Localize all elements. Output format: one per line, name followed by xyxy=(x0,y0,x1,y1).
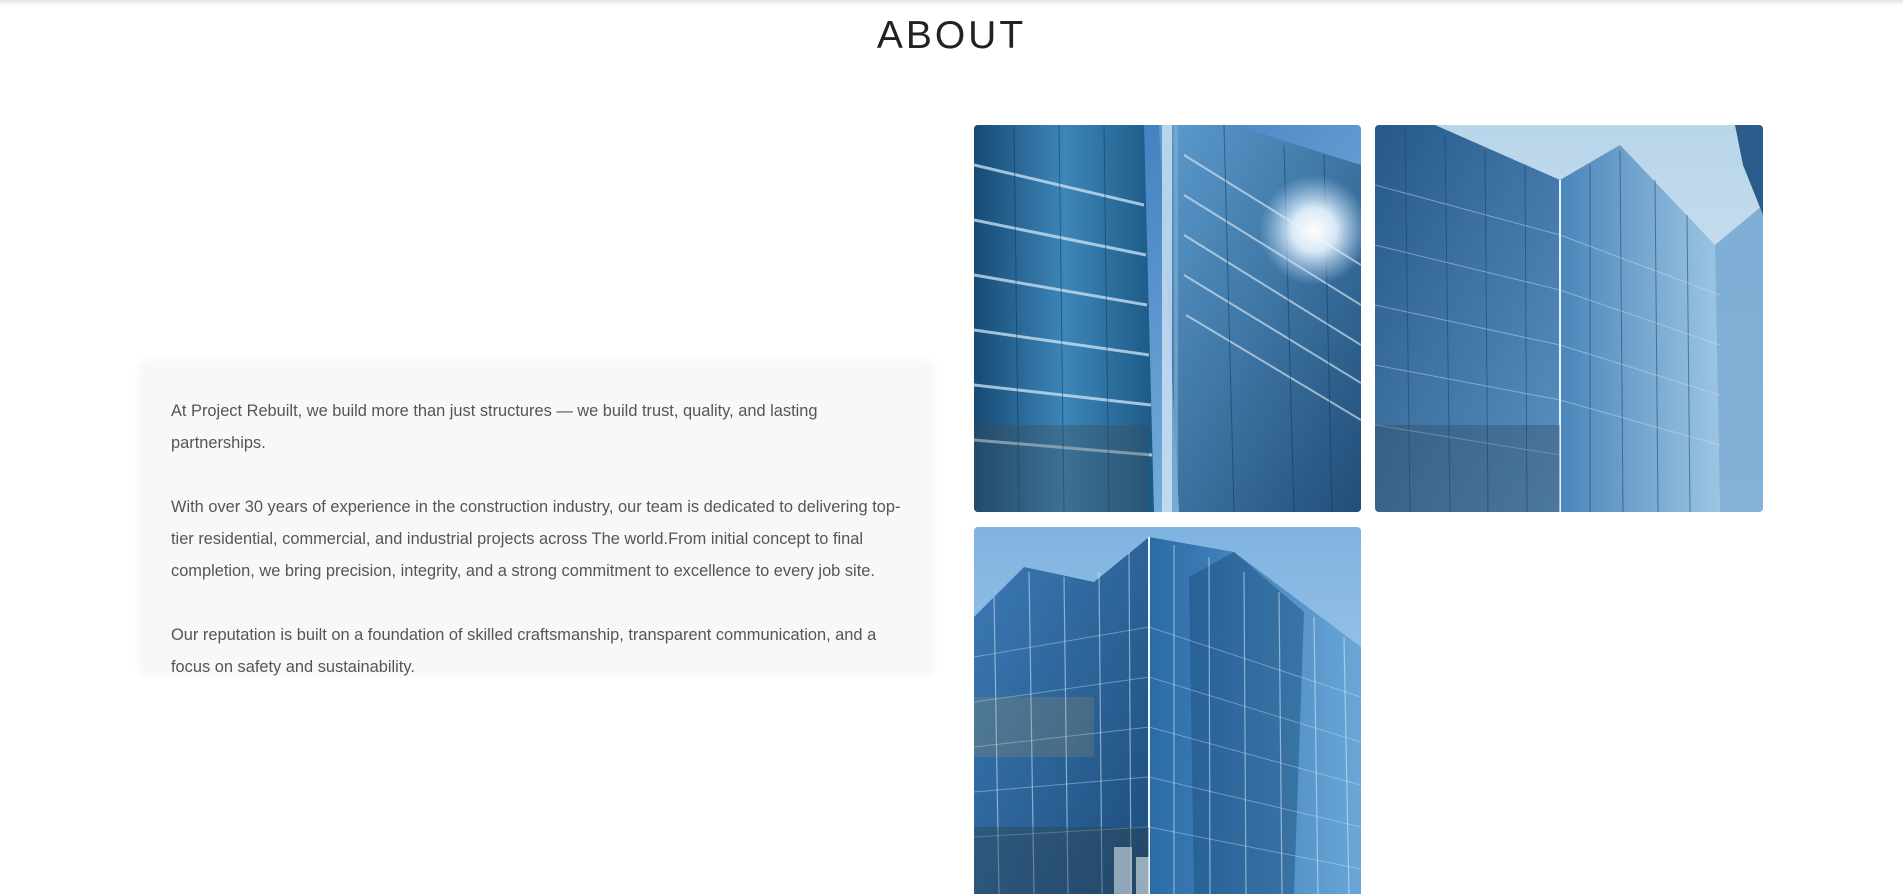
skyscraper-photo-2 xyxy=(1375,125,1763,512)
about-paragraph-3: Our reputation is built on a foundation … xyxy=(171,626,877,676)
header-shadow-divider xyxy=(0,0,1903,6)
gallery-image-2[interactable] xyxy=(1375,125,1763,512)
gallery-image-1[interactable] xyxy=(974,125,1361,512)
about-paragraph-1: At Project Rebuilt, we build more than j… xyxy=(171,402,818,452)
skyscraper-photo-1 xyxy=(974,125,1361,512)
section-title: ABOUT xyxy=(876,14,1027,57)
about-paragraph-2: With over 30 years of experience in the … xyxy=(171,498,901,580)
gallery-image-3[interactable] xyxy=(974,527,1361,894)
about-text-card: At Project Rebuilt, we build more than j… xyxy=(142,363,931,676)
about-section: ABOUT At Project Rebuilt, we build more … xyxy=(0,0,1903,894)
skyscraper-photo-3 xyxy=(974,527,1361,894)
